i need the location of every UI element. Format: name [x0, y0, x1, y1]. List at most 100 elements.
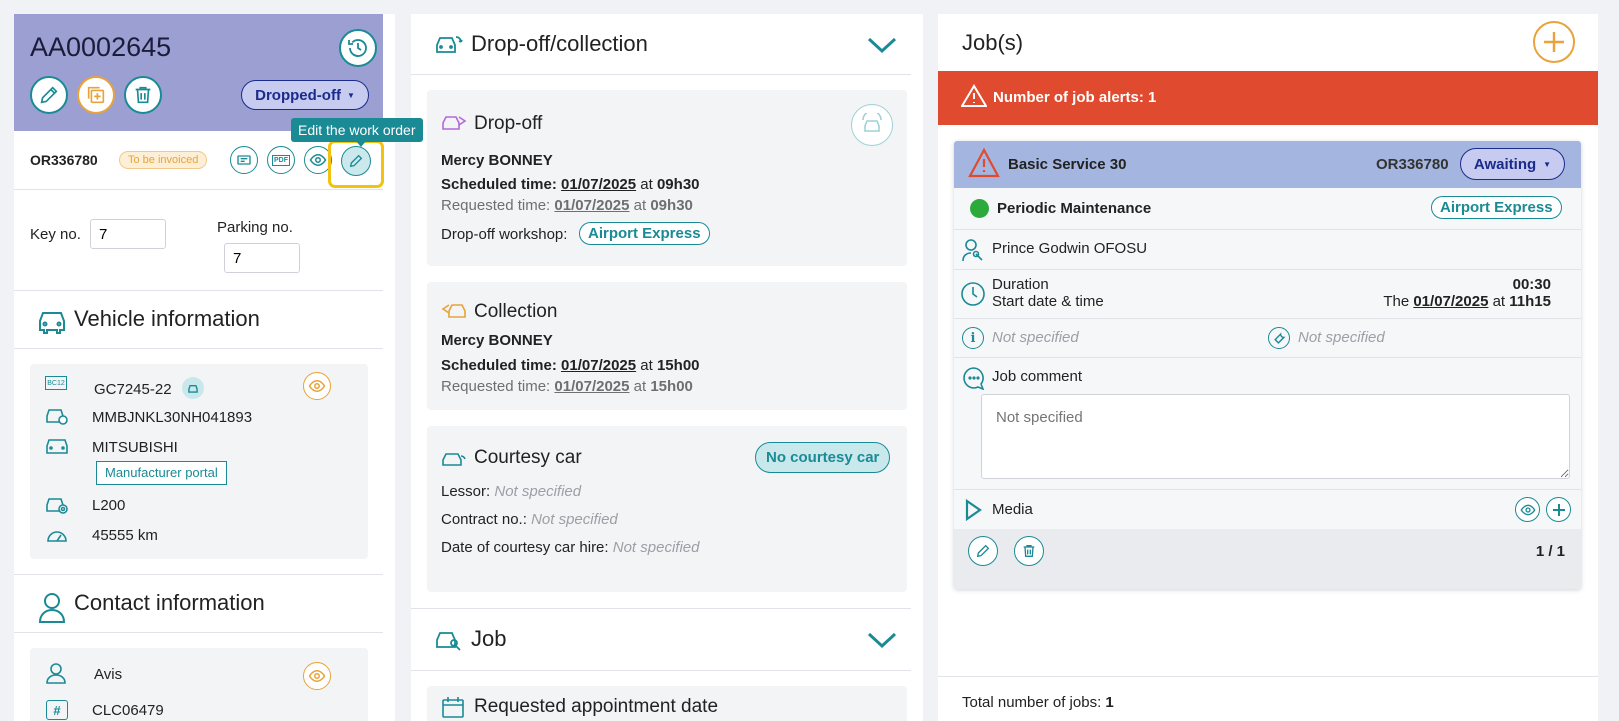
car-icon	[45, 436, 69, 456]
contact-code: CLC06479	[92, 702, 164, 719]
info-value: Not specified	[992, 329, 1079, 346]
dropoff-card: Drop-off Mercy BONNEY Scheduled time: 01…	[427, 90, 907, 266]
model-gear-icon	[45, 495, 69, 515]
lessor-row: Lessor: Not specified	[441, 483, 582, 500]
tool-value: Not specified	[1298, 329, 1385, 346]
job-status-label: Awaiting	[1473, 155, 1537, 173]
job-pagination: 1 / 1	[1535, 543, 1565, 560]
jobs-title: Job(s)	[962, 30, 1024, 55]
technician-name: Prince Godwin OFOSU	[992, 240, 1148, 257]
pencil-icon	[975, 543, 991, 559]
job-card-footer: 1 / 1	[954, 529, 1581, 589]
collection-car-icon	[441, 299, 467, 321]
vehicle-mileage: 45555 km	[92, 527, 158, 544]
invoice-icon	[236, 152, 252, 168]
media-view-button[interactable]	[1515, 497, 1540, 522]
play-icon[interactable]	[964, 499, 982, 521]
car-icon	[36, 307, 68, 335]
pencil-icon	[348, 153, 364, 169]
pdf-icon: PDF	[272, 154, 290, 166]
dropoff-scheduled: Scheduled time: 01/07/2025 at 09h30	[441, 176, 700, 193]
add-job-button[interactable]	[1533, 21, 1575, 63]
plus-icon	[1552, 503, 1566, 517]
job-workshop-badge: Airport Express	[1431, 196, 1562, 219]
vehicle-model: L200	[92, 497, 126, 514]
dropoff-requested: Requested time: 01/07/2025 at 09h30	[441, 197, 693, 214]
start-value: The 01/07/2025 at 11h15	[1383, 293, 1551, 310]
job-edit-button[interactable]	[968, 536, 998, 566]
job-delete-button[interactable]	[1014, 536, 1044, 566]
media-label: Media	[992, 501, 1033, 518]
status-label: Dropped-off	[255, 86, 341, 104]
parking-input[interactable]	[224, 243, 300, 273]
dropoff-collection-panel: Drop-off/collection Drop-off Mercy BONNE…	[411, 14, 923, 721]
job-card: Basic Service 30 OR336780 Awaiting ▼ Per…	[954, 141, 1581, 589]
delete-button[interactable]	[124, 76, 162, 114]
appointment-card: Requested appointment date	[427, 686, 907, 721]
vin-icon	[45, 406, 69, 426]
job-section-title: Job	[471, 626, 507, 651]
media-add-button[interactable]	[1546, 497, 1571, 522]
edit-work-order-tooltip: Edit the work order	[291, 118, 423, 142]
warning-icon	[961, 84, 987, 108]
edit-button[interactable]	[30, 76, 68, 114]
courtesy-card: Courtesy car No courtesy car Lessor: Not…	[427, 426, 907, 592]
collection-requested: Requested time: 01/07/2025 at 15h00	[441, 378, 693, 395]
status-dot	[970, 199, 989, 218]
contact-name: Avis	[94, 666, 123, 683]
eye-icon	[308, 667, 326, 685]
manufacturer-portal-button[interactable]: Manufacturer portal	[96, 461, 227, 485]
dropoff-car-icon	[441, 111, 467, 133]
courtesy-title: Courtesy car	[474, 447, 582, 468]
person-icon	[46, 662, 66, 684]
trash-icon	[132, 84, 154, 106]
dropoff-person: Mercy BONNEY	[441, 152, 553, 169]
chevron-down-icon[interactable]	[867, 631, 897, 649]
wrench-icon	[1268, 327, 1290, 349]
job-status-dropdown[interactable]: Awaiting ▼	[1460, 148, 1565, 180]
dropoff-collection-title: Drop-off/collection	[471, 31, 648, 56]
vehicle-link-icon[interactable]	[182, 377, 204, 399]
contact-view-button[interactable]	[303, 662, 331, 690]
duration-label: Duration	[992, 276, 1049, 293]
parking-label: Parking no.	[217, 219, 293, 236]
chevron-down-icon[interactable]	[867, 36, 897, 54]
warning-icon	[968, 148, 1000, 178]
hash-icon: #	[46, 700, 68, 720]
job-card-header: Basic Service 30 OR336780 Awaiting ▼	[954, 141, 1581, 188]
edit-work-order-button[interactable]	[341, 146, 371, 176]
history-icon	[346, 36, 370, 60]
dropoff-action-button[interactable]	[851, 104, 893, 146]
dropoff-title: Drop-off	[474, 113, 543, 134]
info-icon: i	[962, 327, 984, 349]
appointment-title: Requested appointment date	[474, 696, 719, 717]
job-name: Basic Service 30	[1008, 156, 1127, 173]
job-category: Periodic Maintenance	[997, 200, 1152, 217]
vehicle-view-button[interactable]	[303, 372, 331, 400]
hire-row: Date of courtesy car hire: Not specified	[441, 539, 700, 556]
no-courtesy-badge: No courtesy car	[755, 442, 891, 473]
courtesy-car-icon	[441, 446, 467, 468]
eye-icon	[308, 377, 326, 395]
dropoff-workshop-label: Drop-off workshop:	[441, 226, 568, 243]
vehicle-make: MITSUBISHI	[92, 439, 178, 456]
person-icon	[38, 591, 66, 623]
history-button[interactable]	[339, 29, 377, 67]
duration-value: 00:30	[1512, 276, 1551, 293]
pdf-button[interactable]: PDF	[267, 146, 295, 174]
collection-card: Collection Mercy BONNEY Scheduled time: …	[427, 282, 907, 410]
comment-section: Job comment	[954, 358, 1581, 489]
car-transfer-icon	[434, 31, 464, 57]
duplicate-icon	[85, 84, 107, 106]
car-swap-icon	[860, 113, 884, 137]
media-row: Media	[954, 490, 1581, 529]
contact-section-title: Contact information	[74, 590, 265, 615]
dropoff-workshop-badge: Airport Express	[579, 222, 710, 245]
job-comment-textarea[interactable]	[981, 394, 1570, 479]
key-input[interactable]	[90, 219, 166, 249]
invoice-action-button[interactable]	[230, 146, 258, 174]
contract-row: Contract no.: Not specified	[441, 511, 618, 528]
jobs-panel: Job(s) Number of job alerts: 1 Basic Ser…	[938, 14, 1598, 721]
status-dropdown[interactable]: Dropped-off ▼	[241, 80, 369, 110]
duplicate-button[interactable]	[77, 76, 115, 114]
